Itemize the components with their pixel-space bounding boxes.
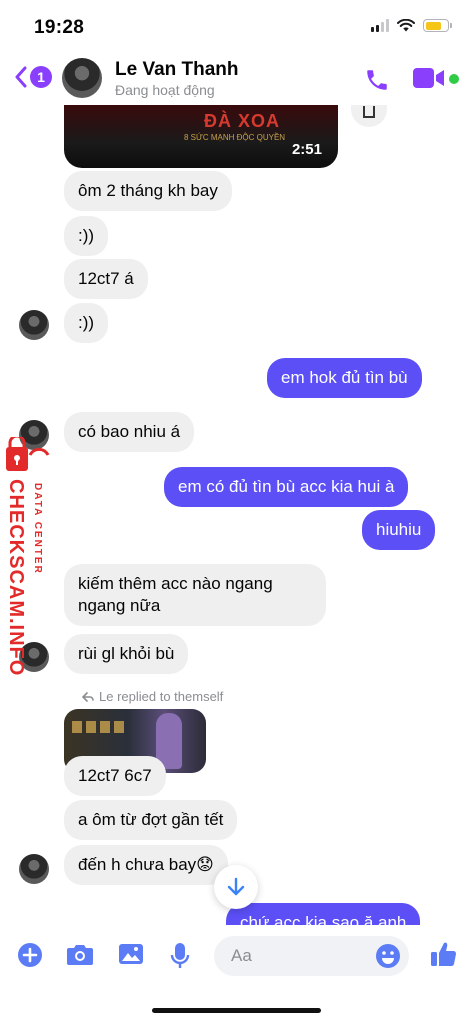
video-duration: 2:51 xyxy=(291,141,322,158)
lock-icon xyxy=(6,437,50,471)
video-attachment[interactable]: ĐÀ XOA 8 SỨC MẠNH ĐỘC QUYỀN 2:51 xyxy=(64,105,338,168)
home-indicator xyxy=(152,1008,321,1013)
camera-icon[interactable] xyxy=(66,942,94,966)
plus-icon[interactable] xyxy=(17,942,43,968)
watermark: CHECKSCAM.INFO DATA CENTER xyxy=(2,437,50,676)
sender-avatar[interactable] xyxy=(19,310,49,340)
message-bubble-incoming[interactable]: 12ct7 6c7 xyxy=(64,756,166,796)
message-bubble-incoming[interactable]: ôm 2 tháng kh bay xyxy=(64,171,232,211)
status-icons xyxy=(371,19,452,32)
conversation-header: 1 Le Van Thanh Đang hoạt động xyxy=(0,50,473,105)
message-input[interactable] xyxy=(231,945,351,967)
watermark-main-text: CHECKSCAM.INFO xyxy=(5,479,27,677)
contact-avatar[interactable] xyxy=(62,58,102,98)
message-bubble-incoming[interactable]: rùi gl khỏi bù xyxy=(64,634,189,674)
microphone-icon[interactable] xyxy=(170,942,190,970)
thumbs-up-icon[interactable] xyxy=(430,940,458,968)
chevron-left-icon xyxy=(15,66,27,88)
video-call-icon[interactable] xyxy=(413,67,445,89)
back-button[interactable]: 1 xyxy=(14,66,52,88)
status-bar: 19:28 xyxy=(0,0,473,50)
phone-call-icon[interactable] xyxy=(364,67,390,93)
scroll-to-bottom-button[interactable] xyxy=(214,865,258,909)
watermark-sub-text: DATA CENTER xyxy=(32,483,43,575)
contact-name[interactable]: Le Van Thanh xyxy=(115,59,239,81)
status-time: 19:28 xyxy=(34,17,85,38)
message-input-box[interactable] xyxy=(214,936,409,976)
emoji-icon[interactable] xyxy=(375,943,401,969)
reply-arrow-icon xyxy=(82,691,94,702)
share-icon xyxy=(363,106,375,118)
message-bubble-outgoing[interactable]: em có đủ tìn bù acc kia hui à xyxy=(164,467,409,507)
message-bubble-outgoing[interactable]: chứ acc kia sao ă anh xyxy=(226,903,421,925)
message-bubble-incoming[interactable]: a ôm từ đợt gần tết xyxy=(64,800,238,840)
message-bubble-incoming[interactable]: 12ct7 á xyxy=(64,259,148,299)
wifi-icon xyxy=(397,19,415,32)
message-bubble-incoming[interactable]: :)) xyxy=(64,303,109,343)
message-bubble-outgoing[interactable]: hiuhiu xyxy=(362,510,436,550)
video-title: ĐÀ XOA xyxy=(204,111,281,131)
sender-avatar[interactable] xyxy=(19,854,49,884)
message-bubble-outgoing[interactable]: em hok đủ tìn bù xyxy=(267,358,422,398)
battery-icon xyxy=(423,19,452,32)
message-bubble-incoming[interactable]: có bao nhiu á xyxy=(64,412,195,452)
reply-indicator: Le replied to themself xyxy=(82,689,223,704)
online-status-dot xyxy=(449,74,459,84)
message-bubble-incoming[interactable]: kiếm thêm acc nào ngang ngang nữa xyxy=(64,564,326,626)
message-thread[interactable]: ĐÀ XOA 8 SỨC MẠNH ĐỘC QUYỀN 2:51 ôm 2 th… xyxy=(0,105,473,925)
contact-status: Đang hoạt động xyxy=(115,82,215,98)
reply-indicator-text: Le replied to themself xyxy=(99,689,224,704)
arrow-down-icon xyxy=(227,877,245,896)
message-composer xyxy=(0,925,473,987)
cellular-signal-icon xyxy=(371,19,389,32)
unread-count-badge: 1 xyxy=(30,66,52,88)
photo-gallery-icon[interactable] xyxy=(118,942,144,966)
message-bubble-incoming[interactable]: đến h chưa bay😟 xyxy=(64,845,228,885)
share-button[interactable] xyxy=(351,105,387,127)
message-bubble-incoming[interactable]: :)) xyxy=(64,216,109,256)
video-subtitle: 8 SỨC MẠNH ĐỘC QUYỀN xyxy=(184,133,286,142)
